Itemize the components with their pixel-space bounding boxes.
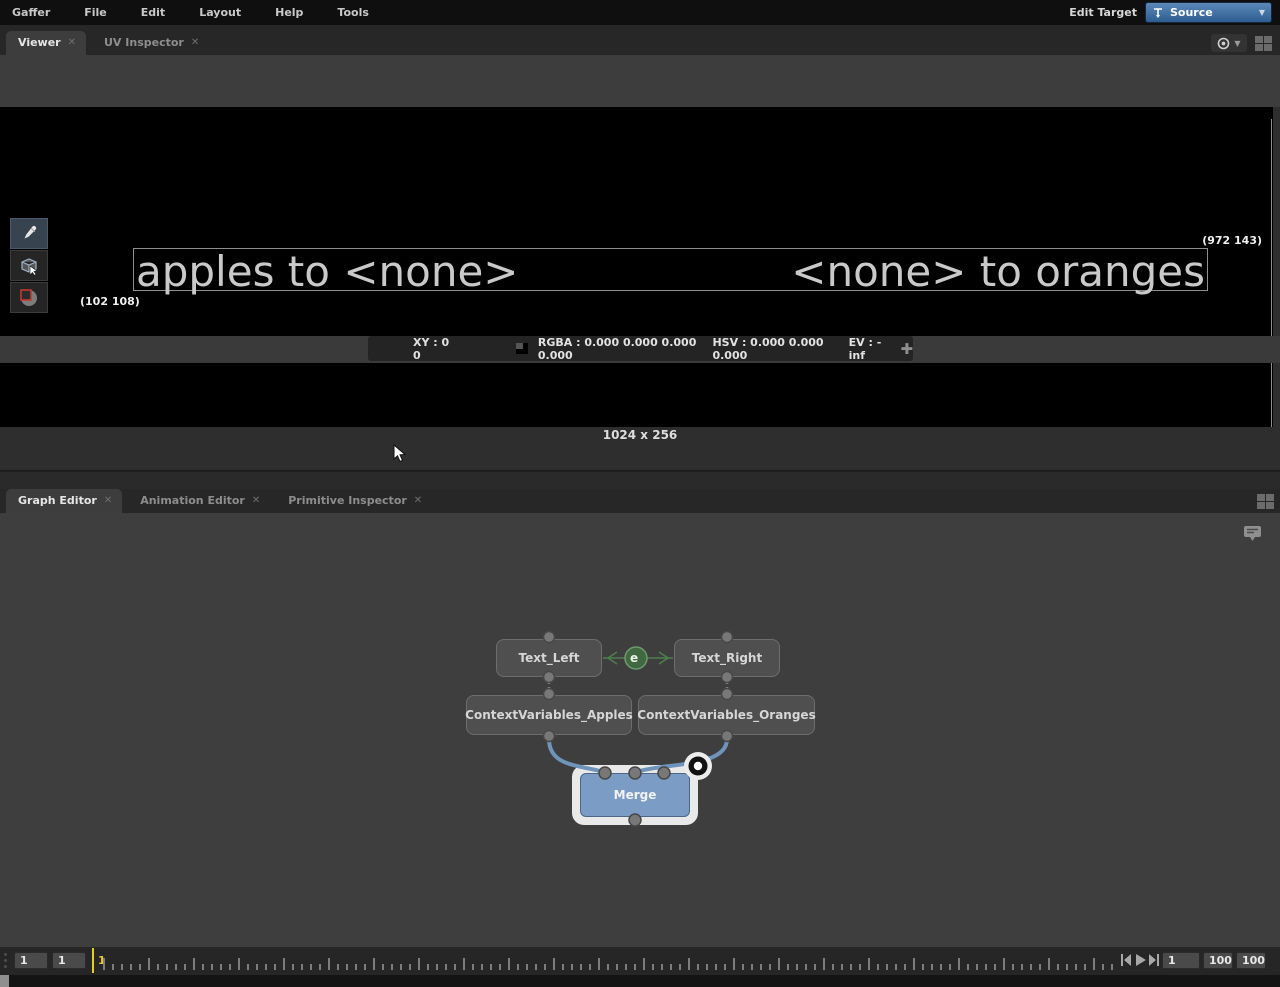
timeline-bar: 1 1 1 1 100 100: [0, 947, 1280, 975]
layout-grid-icon[interactable]: [1257, 494, 1274, 509]
close-icon[interactable]: ✕: [191, 37, 199, 48]
image-text-right: <none> to oranges: [791, 249, 1205, 292]
viewer-tabstrip: Viewer ✕ UV Inspector ✕: [0, 25, 1280, 55]
tab-graph-editor[interactable]: Graph Editor ✕: [6, 489, 122, 513]
range-end-value: 100: [1242, 954, 1265, 967]
crop-window-tool-button[interactable]: [10, 282, 48, 313]
menu-gaffer[interactable]: Gaffer: [0, 6, 62, 19]
eyedropper-icon: [19, 224, 39, 244]
tab-uv-inspector[interactable]: UV Inspector ✕: [92, 31, 209, 55]
range-end-field[interactable]: 100: [1236, 952, 1266, 969]
tab-primitive-inspector[interactable]: Primitive Inspector ✕: [276, 489, 432, 513]
end-frame-field[interactable]: 100: [1203, 952, 1233, 969]
viewer-toolbar: default ▼ AB 1 ▼ RGBA ▼ ACES 1.0 - SDR V…: [0, 55, 1280, 107]
cube-cursor-icon: [18, 255, 40, 277]
edit-target-label: Edit Target: [1069, 6, 1137, 19]
node-text-left-label: Text_Left: [519, 651, 580, 665]
node-contextvariables-oranges[interactable]: ContextVariables_Oranges: [638, 695, 815, 735]
current-frame-value: 1: [58, 954, 66, 967]
expression-node-label: e: [630, 651, 638, 665]
panel-splitter[interactable]: [0, 470, 1280, 489]
status-xy: XY : 0 0: [413, 336, 452, 362]
resize-grip[interactable]: [0, 975, 9, 987]
mouse-cursor: [393, 444, 407, 463]
graph-tabstrip: Graph Editor ✕ Animation Editor ✕ Primit…: [0, 489, 1280, 513]
node-text-right[interactable]: Text_Right: [674, 639, 780, 677]
tab-viewer-label: Viewer: [18, 36, 61, 49]
skip-to-end-icon[interactable]: [1148, 953, 1160, 967]
bounds-coord-min: (102 108): [80, 295, 140, 308]
playhead[interactable]: [92, 948, 94, 973]
chevron-down-icon: ▼: [1234, 39, 1240, 48]
chevron-down-icon: ▼: [1259, 8, 1265, 17]
menu-help[interactable]: Help: [263, 6, 315, 19]
range-start-field[interactable]: 1: [14, 952, 48, 969]
current-frame-field[interactable]: 1: [52, 952, 86, 969]
viewer-settings-button[interactable]: ▼: [1211, 34, 1247, 52]
drag-handle-icon[interactable]: [4, 953, 7, 968]
window-bottom-strip: [0, 975, 1280, 987]
image-text-left: apples to <none>: [136, 249, 518, 292]
node-text-right-label: Text_Right: [692, 651, 762, 665]
text-bounds-box: apples to <none> <none> to oranges: [133, 248, 1208, 291]
skip-to-start-icon[interactable]: [1120, 953, 1132, 967]
node-contextvariables-apples-label: ContextVariables_Apples: [465, 708, 633, 722]
tab-uv-inspector-label: UV Inspector: [104, 36, 184, 49]
tab-graph-editor-label: Graph Editor: [18, 494, 97, 507]
plus-icon[interactable]: ✚: [900, 340, 913, 358]
bounds-coord-max: (972 143): [1202, 234, 1262, 247]
menu-edit[interactable]: Edit: [129, 6, 177, 19]
expression-links: [603, 652, 673, 664]
pixel-status-row: XY : 0 0 RGBA : 0.000 0.000 0.000 0.000 …: [0, 336, 1280, 363]
tab-animation-editor-label: Animation Editor: [140, 494, 245, 507]
image-viewport[interactable]: apples to <none> <none> to oranges (102 …: [0, 107, 1280, 470]
close-icon[interactable]: ✕: [104, 495, 112, 506]
image-resolution-label: 1024 x 256: [0, 428, 1280, 442]
close-icon[interactable]: ✕: [252, 495, 260, 506]
gaffer-window: Gaffer File Edit Layout Help Tools Edit …: [0, 0, 1280, 987]
viewport-toolbar: [10, 218, 48, 314]
close-icon[interactable]: ✕: [68, 37, 76, 48]
pixel-readout-pill: XY : 0 0 RGBA : 0.000 0.000 0.000 0.000 …: [368, 336, 913, 361]
node-contextvariables-oranges-label: ContextVariables_Oranges: [637, 708, 815, 722]
color-picker-tool-button[interactable]: [10, 218, 48, 249]
crop-region-icon: [18, 287, 40, 309]
pixel-color-swatch: [516, 343, 528, 354]
edit-target-value: Source: [1170, 6, 1213, 19]
node-merge-selection-halo: Merge: [572, 765, 698, 825]
target-icon: [1217, 37, 1230, 50]
timeline-ruler[interactable]: [103, 949, 1117, 973]
status-ev: EV : -inf: [849, 336, 889, 362]
close-icon[interactable]: ✕: [414, 495, 422, 506]
node-merge-label: Merge: [614, 788, 657, 802]
status-hsv: HSV : 0.000 0.000 0.000: [712, 336, 834, 362]
status-rgba: RGBA : 0.000 0.000 0.000 0.000: [538, 336, 698, 362]
menu-layout[interactable]: Layout: [187, 6, 253, 19]
range-start-value: 1: [20, 954, 28, 967]
annotation-bubble-icon[interactable]: [1243, 525, 1262, 542]
edit-target-dropdown[interactable]: Source ▼: [1145, 2, 1272, 23]
frame-entry-field[interactable]: 1: [1162, 952, 1200, 969]
node-merge[interactable]: Merge: [580, 773, 690, 817]
node-contextvariables-apples[interactable]: ContextVariables_Apples: [466, 695, 632, 735]
expression-node[interactable]: [625, 647, 647, 669]
frame-entry-value: 1: [1168, 954, 1176, 967]
menu-tools[interactable]: Tools: [325, 6, 380, 19]
end-frame-value: 100: [1209, 954, 1232, 967]
menu-file[interactable]: File: [72, 6, 119, 19]
source-scope-icon: [1152, 7, 1164, 19]
tab-primitive-inspector-label: Primitive Inspector: [288, 494, 407, 507]
graph-editor-canvas[interactable]: Text_Left Text_Right ContextVariables_Ap…: [0, 513, 1280, 947]
select-objects-tool-button[interactable]: [10, 250, 48, 281]
tab-animation-editor[interactable]: Animation Editor ✕: [128, 489, 270, 513]
layout-grid-icon[interactable]: [1255, 36, 1272, 51]
play-icon[interactable]: [1135, 953, 1147, 967]
menu-bar: Gaffer File Edit Layout Help Tools Edit …: [0, 0, 1280, 25]
tab-viewer[interactable]: Viewer ✕: [6, 31, 86, 55]
node-text-left[interactable]: Text_Left: [496, 639, 602, 677]
